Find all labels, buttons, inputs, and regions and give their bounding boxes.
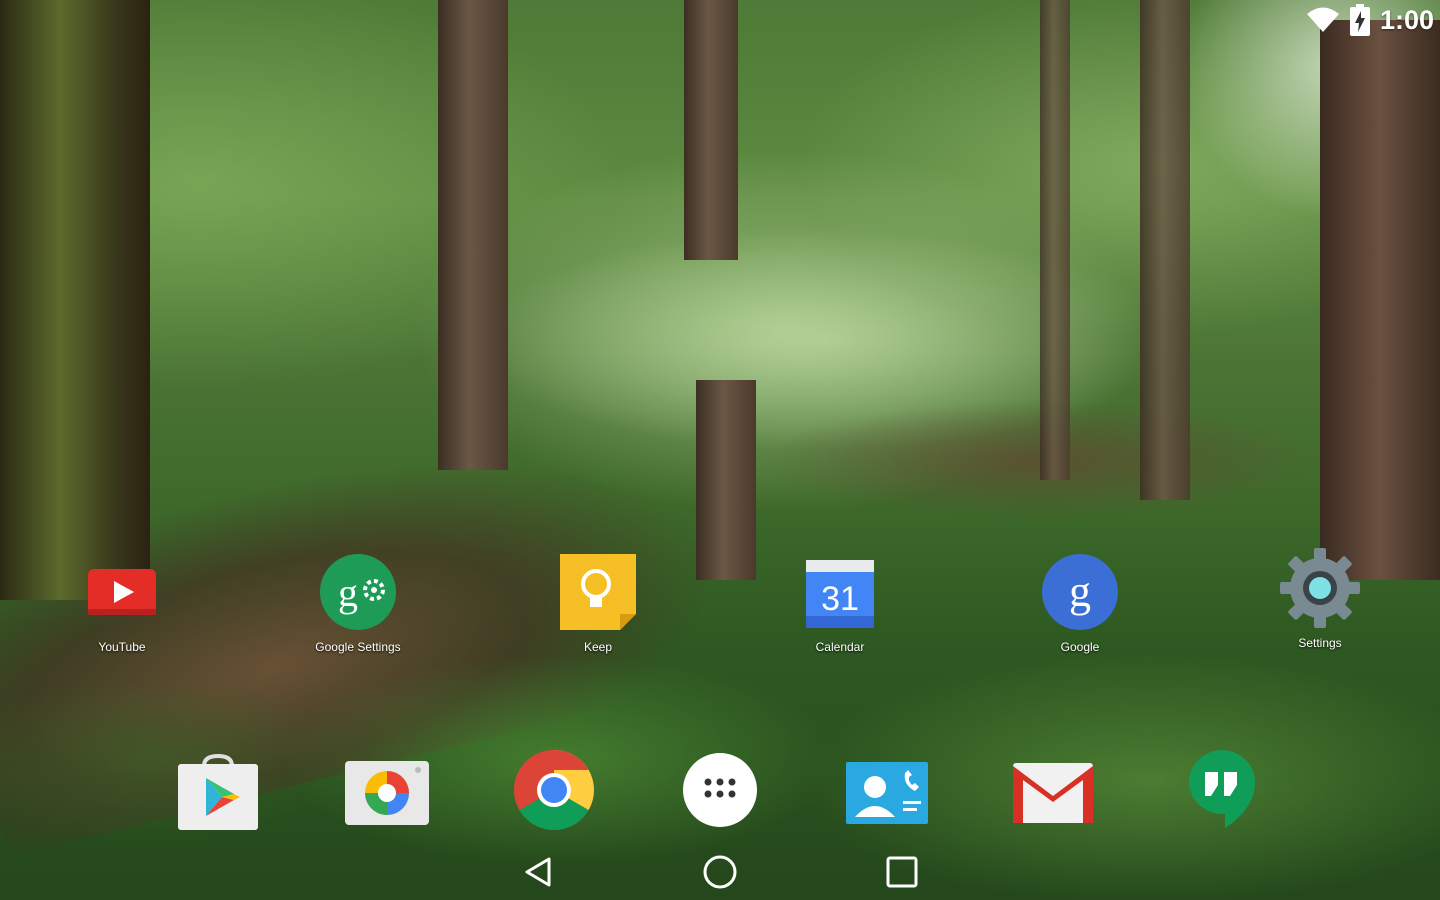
back-icon xyxy=(523,856,553,893)
photos-icon xyxy=(344,760,430,831)
app-google-settings[interactable]: g Google Settings xyxy=(283,550,433,654)
calendar-date: 31 xyxy=(821,580,859,618)
wifi-icon xyxy=(1306,7,1340,33)
svg-text:g: g xyxy=(338,570,358,615)
wallpaper-tree-trunk xyxy=(438,0,508,470)
app-label: Google Settings xyxy=(315,640,401,654)
app-settings[interactable]: Settings xyxy=(1245,546,1395,650)
recents-icon xyxy=(885,855,919,894)
wallpaper-tree-trunk xyxy=(1040,0,1070,480)
wallpaper-tree-trunk xyxy=(696,380,756,580)
wallpaper-tree-trunk xyxy=(1140,0,1190,500)
app-label: Keep xyxy=(583,640,613,654)
wallpaper-tree-trunk xyxy=(1320,20,1440,580)
app-calendar[interactable]: 31 Calendar xyxy=(765,550,915,654)
wallpaper-tree-trunk xyxy=(0,0,150,600)
keep-icon xyxy=(556,550,640,634)
google-icon: g xyxy=(1038,550,1122,634)
settings-icon xyxy=(1278,546,1362,630)
navigation-bar xyxy=(0,846,1440,900)
play-store-icon xyxy=(176,753,260,837)
nav-back-button[interactable] xyxy=(508,854,568,894)
dock-photos[interactable] xyxy=(342,750,432,840)
contacts-icon xyxy=(845,761,929,830)
dock-contacts[interactable] xyxy=(842,750,932,840)
hangouts-icon xyxy=(1185,748,1257,837)
battery-charging-icon xyxy=(1349,4,1370,36)
nav-home-button[interactable] xyxy=(690,854,750,894)
nav-recents-button[interactable] xyxy=(872,854,932,894)
app-drawer-icon xyxy=(682,752,758,833)
google-glyph: g xyxy=(1069,567,1091,616)
calendar-icon: 31 xyxy=(798,550,882,634)
app-google[interactable]: g Google xyxy=(1005,550,1155,654)
app-label: YouTube xyxy=(98,640,146,654)
dock-hangouts[interactable] xyxy=(1176,747,1266,837)
dock-play-store[interactable] xyxy=(173,750,263,840)
status-clock: 1:00 xyxy=(1379,4,1434,35)
google-settings-icon: g xyxy=(316,550,400,634)
app-label: Google xyxy=(1060,640,1100,654)
app-youtube[interactable]: YouTube xyxy=(47,550,197,654)
home-icon xyxy=(702,854,738,895)
gmail-icon xyxy=(1012,762,1094,829)
app-label: Settings xyxy=(1298,636,1342,650)
youtube-icon xyxy=(80,550,164,634)
dock-gmail[interactable] xyxy=(1008,750,1098,840)
dock-chrome[interactable] xyxy=(509,747,599,837)
app-keep[interactable]: Keep xyxy=(523,550,673,654)
status-bar: 1:00 xyxy=(0,0,1440,40)
dock-all-apps[interactable] xyxy=(675,747,765,837)
app-label: Calendar xyxy=(815,640,865,654)
chrome-icon xyxy=(513,749,595,836)
